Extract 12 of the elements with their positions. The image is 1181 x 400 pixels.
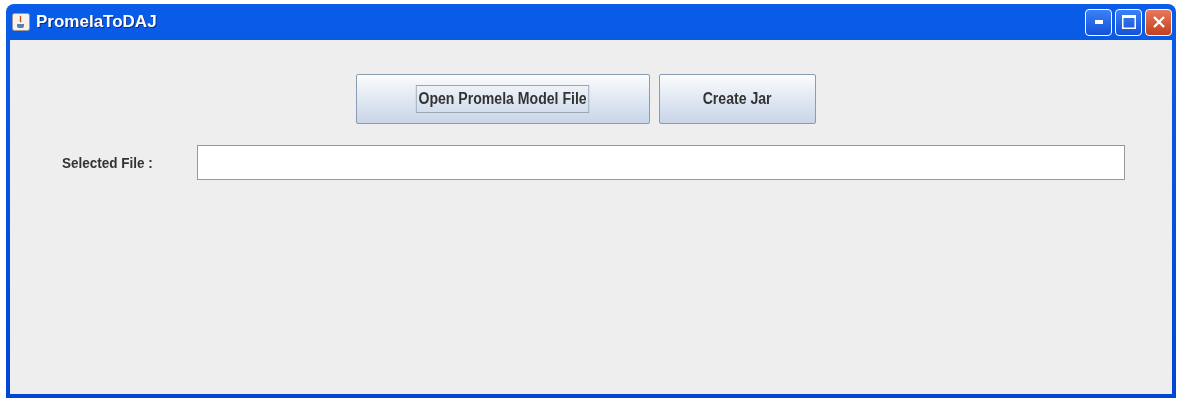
- java-cup-icon: [12, 13, 30, 31]
- create-jar-button[interactable]: Create Jar: [659, 74, 816, 124]
- minimize-button[interactable]: [1085, 8, 1112, 36]
- selected-file-field[interactable]: [196, 145, 1125, 180]
- maximize-button[interactable]: [1115, 8, 1142, 36]
- maximize-icon: [1121, 15, 1136, 29]
- field-label: Selected File :: [62, 154, 153, 171]
- minimize-icon: [1094, 20, 1103, 24]
- window-title: PromelaToDAJ: [36, 12, 158, 32]
- open-file-button[interactable]: Open Promela Model File: [356, 74, 650, 124]
- close-button[interactable]: [1145, 8, 1172, 36]
- close-icon: [1152, 16, 1165, 28]
